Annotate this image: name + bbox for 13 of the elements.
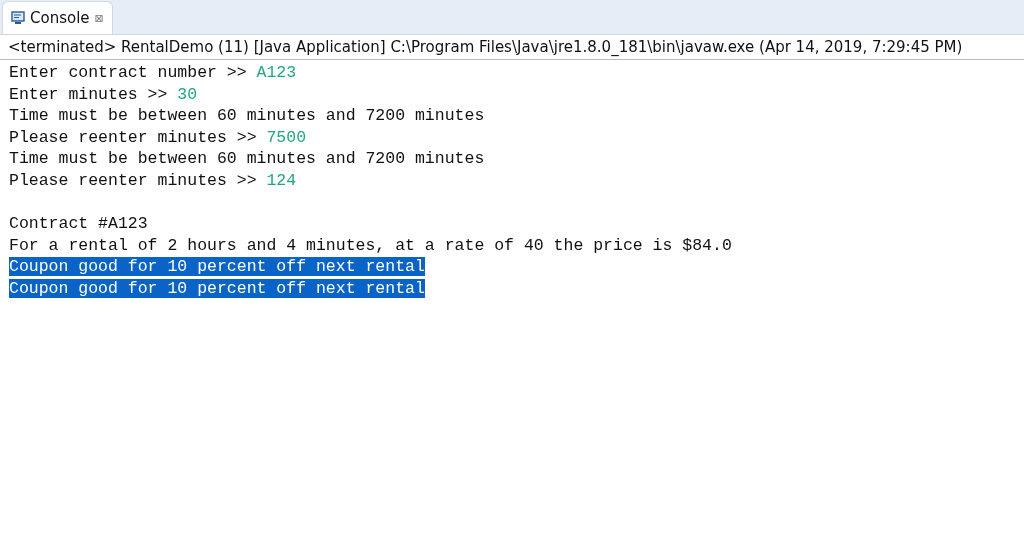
- console-line: Enter contract number >> A123: [9, 63, 297, 82]
- console-status: <terminated> RentalDemo (11) [Java Application] C:\Program Files\Java\jre1.8.0_181\bin\javaw.exe (Apr 14, 2019, 7:29:45 PM): [0, 35, 1024, 60]
- console-line: For a rental of 2 hours and 4 minutes, at a rate of 40 the price is $84.0: [9, 235, 732, 255]
- tab-label: Console: [30, 9, 90, 27]
- close-button[interactable]: ⊠: [94, 11, 104, 25]
- console-line: Enter minutes >> 30: [9, 84, 198, 104]
- console-line: Time must be between 60 minutes and 7200 minutes: [9, 149, 485, 169]
- console-line: Time must be between 60 minutes and 7200 minutes: [9, 106, 485, 126]
- console-line: Please reenter minutes >> 124: [9, 170, 297, 190]
- monitor-icon: [11, 11, 25, 25]
- console-tab[interactable]: Console ⊠: [2, 1, 113, 34]
- console-line: Please reenter minutes >> 7500: [9, 127, 307, 147]
- console-line: Contract #A123: [9, 214, 148, 234]
